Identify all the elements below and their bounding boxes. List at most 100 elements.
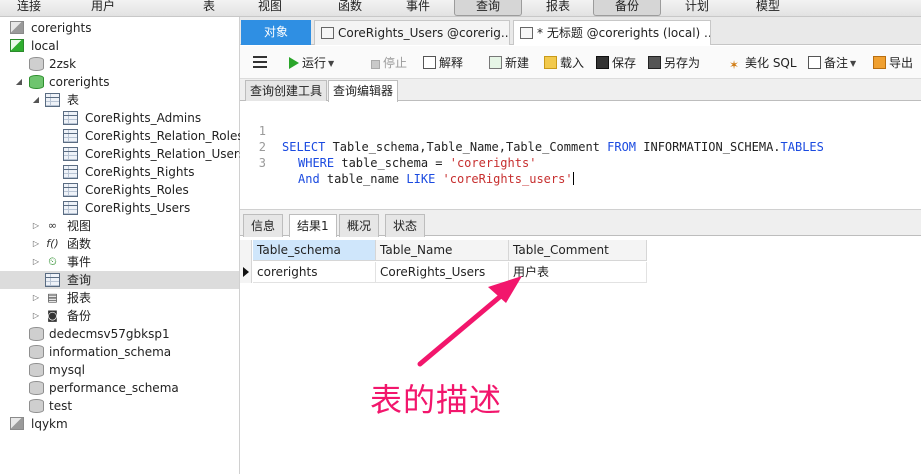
- menu-report[interactable]: 报表: [541, 0, 575, 16]
- tree-item-table[interactable]: CoreRights_Relation_Roles: [0, 127, 244, 145]
- annotation-caption: 表的描述: [370, 381, 503, 419]
- table-cell[interactable]: 用户表: [509, 262, 647, 283]
- save-as-icon: [648, 56, 661, 69]
- column-header[interactable]: Table_Name: [376, 240, 509, 261]
- stop-button[interactable]: 停止: [371, 55, 407, 71]
- tab-status[interactable]: 状态: [385, 214, 426, 237]
- beautify-sql-button[interactable]: ✶ 美化 SQL: [729, 55, 797, 72]
- backup-icon: ◙: [47, 309, 58, 322]
- tab-info[interactable]: 信息: [243, 214, 284, 237]
- tree-item-label: local: [31, 39, 59, 53]
- text-cursor: [572, 172, 574, 185]
- tree-item-queries[interactable]: 查询: [0, 271, 239, 289]
- tree-item-db-test[interactable]: test: [0, 397, 239, 415]
- tab-label: * 无标题 @corerights (local) ...: [537, 26, 711, 40]
- tab-query-builder[interactable]: 查询创建工具: [245, 80, 328, 101]
- tab-query-untitled[interactable]: * 无标题 @corerights (local) ...: [513, 20, 711, 45]
- collapse-arrow-icon[interactable]: ◢: [14, 73, 24, 91]
- tree-item-table[interactable]: CoreRights_Admins: [0, 109, 239, 127]
- tree-item-backup[interactable]: ▷ ◙ 备份: [0, 307, 239, 325]
- tree-item-connection-lqykm[interactable]: lqykm: [0, 415, 239, 433]
- expand-arrow-icon[interactable]: ▷: [31, 253, 41, 271]
- comment-button[interactable]: 备注 ▼: [808, 55, 856, 71]
- column-header[interactable]: Table_schema: [253, 240, 376, 261]
- tab-query-editor[interactable]: 查询编辑器: [328, 80, 399, 102]
- export-button[interactable]: 导出: [873, 55, 913, 71]
- tab-objects[interactable]: 对象: [241, 20, 311, 45]
- tree-item-label: lqykm: [31, 417, 68, 431]
- database-icon: [29, 345, 44, 359]
- tree-item-label: CoreRights_Relation_Users: [85, 147, 246, 161]
- tree-item-connection-corerights[interactable]: corerights: [0, 19, 239, 37]
- tree-item-label: information_schema: [49, 345, 172, 359]
- tree-item-events[interactable]: ▷ ⏲ 事件: [0, 253, 239, 271]
- expand-arrow-icon[interactable]: ▷: [31, 217, 41, 235]
- tree-item-table[interactable]: CoreRights_Users: [0, 199, 239, 217]
- tree-item-db-mysql[interactable]: mysql: [0, 361, 239, 379]
- database-open-icon: [29, 75, 44, 89]
- column-header[interactable]: Table_Comment: [509, 240, 647, 261]
- tab-query-corerights-users[interactable]: CoreRights_Users @corerig...: [314, 20, 510, 45]
- menu-table[interactable]: 表: [192, 0, 226, 16]
- reports-icon: ▤: [47, 291, 58, 304]
- tree-item-table[interactable]: CoreRights_Relation_Users: [0, 145, 245, 163]
- tree-item-table[interactable]: CoreRights_Roles: [0, 181, 239, 199]
- table-icon: [63, 111, 78, 125]
- tree-item-label: CoreRights_Rights: [85, 165, 195, 179]
- tab-result1[interactable]: 结果1: [289, 214, 337, 238]
- tree-item-db-corerights[interactable]: ◢ corerights: [0, 73, 239, 91]
- magic-wand-icon: ✶: [729, 58, 740, 72]
- tree-item-db-performance-schema[interactable]: performance_schema: [0, 379, 239, 397]
- queries-icon: [45, 273, 60, 287]
- connection-icon: [10, 417, 24, 430]
- result-grid[interactable]: Table_schema Table_Name Table_Comment co…: [240, 237, 921, 474]
- table-icon: [63, 129, 78, 143]
- table-icon: [63, 201, 78, 215]
- database-icon: [29, 381, 44, 395]
- tree-item-views[interactable]: ▷ ∞ 视图: [0, 217, 239, 235]
- tree-item-label: 报表: [67, 291, 92, 305]
- tab-profile[interactable]: 概况: [339, 214, 380, 237]
- menu-connect[interactable]: 连接: [12, 0, 46, 16]
- navigation-tree: corerights local 2zsk ◢ corerights ◢ 表 C…: [0, 17, 245, 474]
- stop-icon: [371, 60, 380, 69]
- sql-string: 'coreRights_users': [442, 172, 573, 186]
- expand-arrow-icon[interactable]: ▷: [31, 307, 41, 325]
- menu-backup[interactable]: 备份: [593, 0, 661, 16]
- new-button[interactable]: 新建: [489, 55, 529, 71]
- menu-schedule[interactable]: 计划: [680, 0, 714, 16]
- expand-arrow-icon[interactable]: ▷: [31, 289, 41, 307]
- table-cell[interactable]: CoreRights_Users: [376, 262, 509, 283]
- tree-item-tables-folder[interactable]: ◢ 表: [0, 91, 239, 109]
- tree-item-label: corerights: [31, 21, 92, 35]
- load-button[interactable]: 载入: [544, 55, 584, 71]
- menu-hamburger-icon[interactable]: [253, 56, 267, 68]
- menu-view[interactable]: 视图: [253, 0, 287, 16]
- menu-function[interactable]: 函数: [333, 0, 367, 16]
- tree-item-db-2zsk[interactable]: 2zsk: [0, 55, 239, 73]
- comment-icon: [808, 56, 821, 69]
- tree-item-db-information-schema[interactable]: information_schema: [0, 343, 239, 361]
- document-tabstrip: 对象 CoreRights_Users @corerig... * 无标题 @c…: [240, 17, 921, 45]
- tree-item-connection-local[interactable]: local: [0, 37, 239, 55]
- tree-item-table[interactable]: CoreRights_Rights: [0, 163, 239, 181]
- expand-arrow-icon[interactable]: ▷: [31, 235, 41, 253]
- menu-query[interactable]: 查询: [454, 0, 522, 16]
- sql-string: 'corerights': [449, 156, 537, 170]
- menu-event[interactable]: 事件: [401, 0, 435, 16]
- save-button[interactable]: 保存: [596, 55, 636, 71]
- tree-item-db-dedecms[interactable]: dedecmsv57gbksp1: [0, 325, 239, 343]
- tree-item-functions[interactable]: ▷ f() 函数: [0, 235, 239, 253]
- collapse-arrow-icon[interactable]: ◢: [31, 91, 41, 109]
- tree-item-label: dedecmsv57gbksp1: [49, 327, 170, 341]
- tree-item-reports[interactable]: ▷ ▤ 报表: [0, 289, 239, 307]
- sql-keyword: WHERE: [298, 156, 335, 170]
- menu-model[interactable]: 模型: [751, 0, 785, 16]
- run-button[interactable]: 运行 ▼: [289, 55, 334, 71]
- menu-user[interactable]: 用户: [86, 0, 120, 16]
- explain-button[interactable]: 解释: [423, 55, 463, 71]
- tree-item-label: test: [49, 399, 73, 413]
- sql-editor[interactable]: 1 SELECT Table_schema,Table_Name,Table_C…: [240, 102, 921, 208]
- table-cell[interactable]: corerights: [253, 262, 376, 283]
- save-as-button[interactable]: 另存为: [648, 55, 700, 71]
